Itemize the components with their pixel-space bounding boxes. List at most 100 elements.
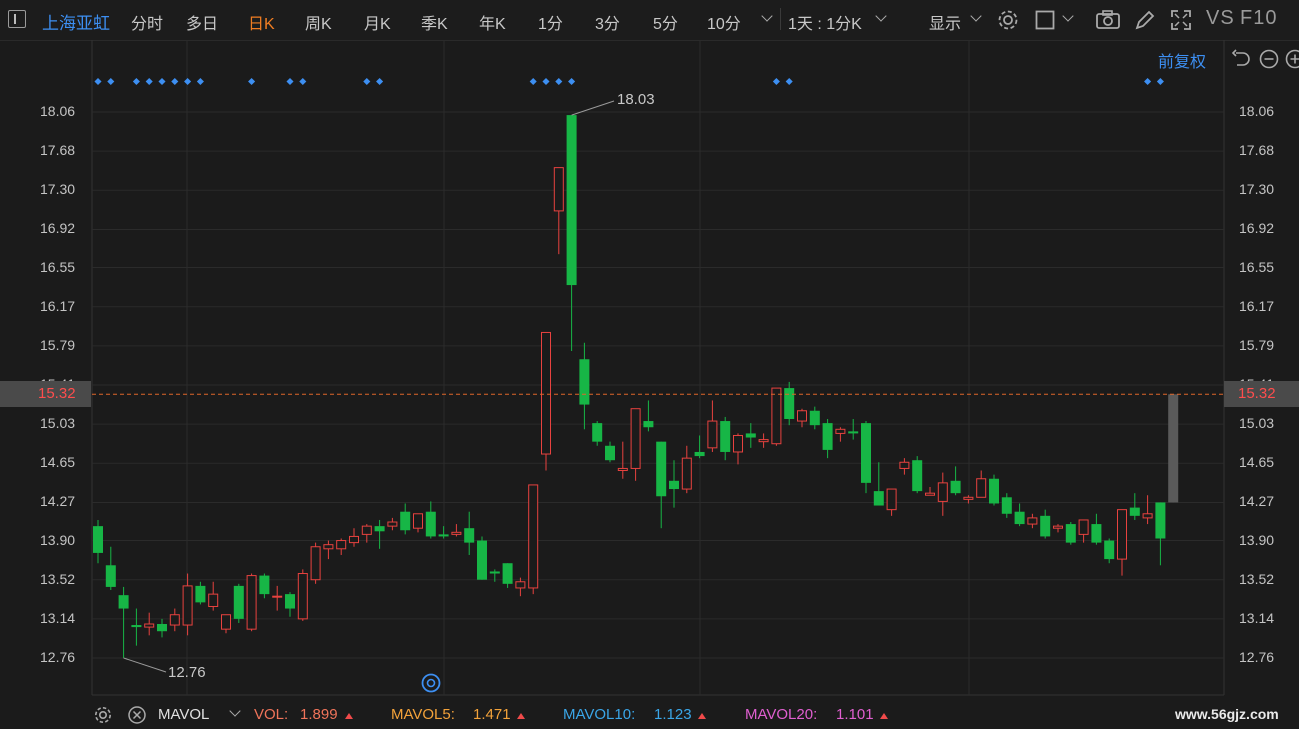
undo-icon[interactable] — [1230, 48, 1252, 70]
candle-down — [605, 445, 615, 461]
y-tick-label-left: 16.17 — [40, 297, 76, 314]
event-marker — [145, 77, 153, 86]
candle-down — [1155, 502, 1166, 539]
candle-live — [1168, 394, 1179, 503]
watermark: www.56gjz.com — [1175, 706, 1279, 722]
mavol10-up-arrow-icon — [698, 713, 706, 719]
period-more-chevron-icon[interactable] — [761, 10, 773, 22]
event-marker — [94, 77, 102, 86]
pencil-icon[interactable] — [1133, 8, 1157, 32]
indicator-chevron-icon[interactable] — [229, 705, 241, 717]
candle-down — [592, 423, 603, 442]
event-marker — [132, 77, 140, 86]
vol-up-arrow-icon — [345, 713, 353, 719]
stock-name[interactable]: 上海亚虹 — [42, 9, 110, 34]
sidebar-toggle-icon[interactable] — [8, 10, 26, 28]
period-tab-weekly[interactable]: 周K — [305, 10, 332, 34]
mavol10-value: 1.123 — [654, 706, 692, 723]
candle-up — [336, 540, 347, 550]
toolbar: 上海亚虹 分时 多日 日K 周K 月K 季K 年K 1分 3分 5分 10分 1… — [0, 0, 1299, 41]
candle-up — [681, 457, 692, 490]
y-tick-label-left: 14.65 — [40, 454, 76, 471]
period-tab-yearly[interactable]: 年K — [479, 10, 506, 34]
candle-down — [489, 571, 500, 574]
candle-up — [541, 331, 551, 455]
y-tick-label-left: 13.52 — [40, 570, 76, 587]
candle-down — [105, 565, 116, 587]
layout-chevron-icon[interactable] — [1062, 10, 1074, 22]
candle-down — [1104, 540, 1115, 560]
candle-down — [438, 534, 449, 537]
range-chevron-icon[interactable] — [875, 10, 887, 22]
layout-square-icon[interactable] — [1034, 8, 1058, 32]
candle-down — [656, 441, 667, 497]
left-price-axis: 18.0617.6817.3016.9216.5516.1715.7915.41… — [0, 40, 90, 700]
y-tick-label-left: 14.27 — [40, 493, 76, 510]
event-marker — [171, 77, 179, 86]
fullscreen-icon[interactable] — [1169, 8, 1193, 32]
candle-up — [797, 410, 807, 422]
event-marker — [158, 77, 166, 86]
adjust-mode-button[interactable]: 前复权 — [1158, 48, 1206, 72]
candle-down — [259, 575, 270, 595]
y-tick-label-left: 15.03 — [40, 415, 76, 432]
period-tab-10min[interactable]: 10分 — [707, 10, 741, 34]
event-marker — [772, 77, 780, 86]
period-tab-5min[interactable]: 5分 — [653, 10, 678, 34]
period-tab-fenshi[interactable]: 分时 — [131, 10, 163, 34]
candle-up — [963, 496, 974, 500]
candle-up — [899, 461, 910, 469]
zoom-out-icon[interactable] — [1258, 48, 1280, 70]
period-tab-monthly[interactable]: 月K — [364, 10, 391, 34]
candle-down — [848, 431, 859, 434]
candle-up — [976, 478, 987, 498]
candle-up — [387, 521, 398, 527]
candle-up — [144, 623, 155, 628]
vs-button[interactable]: VS — [1206, 7, 1235, 30]
candle-up — [733, 434, 743, 453]
f10-button[interactable]: F10 — [1240, 7, 1277, 30]
period-tab-duori[interactable]: 多日 — [186, 10, 218, 34]
candle-up — [515, 581, 526, 589]
candle-up — [349, 535, 359, 544]
indicator-name[interactable]: MAVOL — [158, 706, 209, 723]
y-tick-label-left: 15.79 — [40, 336, 76, 353]
display-chevron-icon[interactable] — [970, 10, 982, 22]
y-tick-label-left: 13.90 — [40, 531, 76, 548]
candle-down — [720, 421, 731, 452]
event-marker — [196, 77, 204, 86]
candle-up — [246, 575, 257, 630]
event-marker — [568, 77, 576, 86]
candle-down — [784, 388, 795, 419]
gear-icon[interactable] — [996, 8, 1020, 32]
anchor-icon — [421, 673, 441, 693]
range-select[interactable]: 1天 : 1分K — [788, 10, 862, 34]
period-tab-1min[interactable]: 1分 — [538, 10, 563, 34]
candle-down — [400, 511, 411, 531]
candle-down — [93, 526, 103, 553]
candle-down — [873, 491, 884, 506]
candle-up — [937, 482, 948, 502]
kline-chart[interactable] — [0, 40, 1299, 700]
zoom-in-icon[interactable] — [1284, 48, 1299, 70]
divider — [780, 8, 781, 30]
event-marker — [542, 77, 550, 86]
candle-up — [925, 492, 935, 496]
camera-icon[interactable] — [1095, 8, 1121, 32]
candle-up — [451, 531, 462, 535]
candle-down — [464, 528, 475, 543]
display-menu[interactable]: 显示 — [929, 10, 961, 34]
period-tab-daily[interactable]: 日K — [248, 10, 275, 34]
candle-up — [221, 614, 231, 630]
candle-up — [1117, 509, 1127, 560]
indicator-close-icon[interactable] — [127, 705, 147, 725]
candle-down — [809, 410, 820, 426]
period-tab-3min[interactable]: 3分 — [595, 10, 620, 34]
y-tick-label-left: 16.55 — [40, 258, 76, 275]
candle-down — [822, 423, 833, 450]
period-tab-quarterly[interactable]: 季K — [421, 10, 448, 34]
candle-up — [707, 420, 718, 449]
mavol5-label: MAVOL5: — [391, 706, 455, 723]
candle-down — [579, 359, 590, 405]
indicator-settings-icon[interactable] — [93, 705, 113, 725]
